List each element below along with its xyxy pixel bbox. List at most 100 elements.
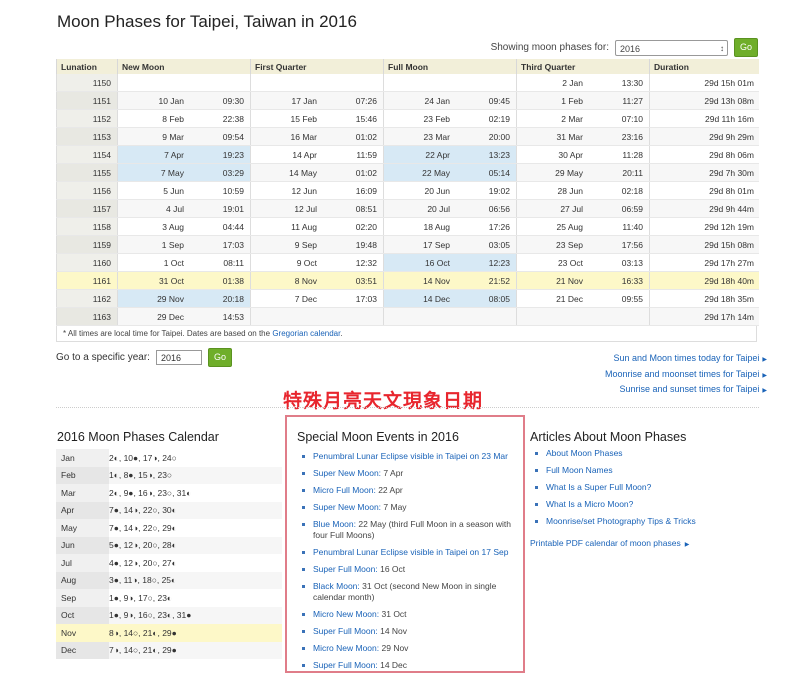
event-link[interactable]: Super New Moon: <box>313 502 381 512</box>
calendar-phases: 5●, 12◑, 20○, 28◐ <box>109 536 282 554</box>
phase-cell: 29 May 20:11 <box>516 163 650 182</box>
list-item: Penumbral Lunar Eclipse visible in Taipe… <box>297 547 519 558</box>
article-link[interactable]: What Is a Micro Moon? <box>546 499 633 509</box>
list-item: Penumbral Lunar Eclipse visible in Taipe… <box>297 451 519 462</box>
articles-list: About Moon Phases Full Moon Names What Is … <box>530 448 696 533</box>
go-button[interactable]: Go <box>733 38 758 57</box>
phase-date: 16 Oct <box>424 258 450 268</box>
phase-time: 10:59 <box>222 186 244 196</box>
pdf-calendar-link[interactable]: Printable PDF calendar of moon phases ▶ <box>530 538 689 548</box>
calendar-phases: 3●, 11◑, 18○, 25◐ <box>109 571 282 589</box>
gregorian-calendar-link[interactable]: Gregorian calendar <box>272 329 340 338</box>
lunation-cell: 1156 <box>56 181 118 200</box>
lunation-cell: 1153 <box>56 127 118 146</box>
table-row: 1155 7 May 03:29 14 May 01:02 22 May 05:14 29 M… <box>56 163 759 182</box>
phase-cell <box>250 74 384 92</box>
list-item: Super New Moon: 7 Apr <box>297 468 519 479</box>
phase-date: 29 May <box>555 168 583 178</box>
phase-cell: 1 Sep 17:03 <box>117 235 251 254</box>
sun-moon-times-link[interactable]: Sun and Moon times today for Taipei ▶ <box>605 352 767 368</box>
article-link[interactable]: What Is a Super Full Moon? <box>546 482 651 492</box>
event-detail: 22 Apr <box>375 485 403 495</box>
phase-cell: 9 Oct 12:32 <box>250 253 384 272</box>
triangle-right-icon: ▶ <box>762 357 767 363</box>
phase-date: 15 Feb <box>290 114 317 124</box>
phase-time: 08:05 <box>488 294 510 304</box>
phase-time: 23:16 <box>621 132 643 142</box>
lunation-cell: 1161 <box>56 271 118 290</box>
year-input[interactable]: 2016 <box>155 350 202 365</box>
event-link[interactable]: Black Moon: <box>313 581 360 591</box>
phase-date: 7 May <box>160 168 184 178</box>
phase-time: 16:33 <box>621 276 643 286</box>
lunation-cell: 1162 <box>56 289 118 308</box>
phase-date: 31 Oct <box>158 276 184 286</box>
table-row: 1156 5 Jun 10:59 12 Jun 16:09 20 Jun 19:02 28 J… <box>56 181 759 200</box>
event-link[interactable]: Micro New Moon: <box>313 609 379 619</box>
event-link[interactable]: Penumbral Lunar Eclipse visible in Taipe… <box>313 451 508 461</box>
phase-date: 25 Aug <box>556 222 583 232</box>
phase-time: 01:02 <box>355 168 377 178</box>
duration-cell: 29d 17h 14m <box>649 307 759 326</box>
page-title: Moon Phases for Taipei, Taiwan in 2016 <box>57 12 357 31</box>
phase-time: 19:02 <box>488 186 510 196</box>
article-link[interactable]: Moonrise/set Photography Tips & Tricks <box>546 516 696 526</box>
calendar-month: Jun <box>56 536 109 554</box>
calendar-month: Aug <box>56 571 109 589</box>
header-third-quarter: Third Quarter <box>516 59 650 74</box>
phase-cell <box>383 307 517 326</box>
phase-cell: 1 Oct 08:11 <box>117 253 251 272</box>
event-link[interactable]: Super New Moon: <box>313 468 381 478</box>
event-link[interactable]: Micro New Moon: <box>313 643 379 653</box>
event-link[interactable]: Super Full Moon: <box>313 564 378 574</box>
moonrise-moonset-link[interactable]: Moonrise and moonset times for Taipei ▶ <box>605 368 767 384</box>
article-link[interactable]: Full Moon Names <box>546 465 613 475</box>
phase-cell: 21 Nov 16:33 <box>516 271 650 290</box>
annotation-text: 特殊月亮天文現象日期 <box>283 391 484 412</box>
event-detail: 7 May <box>381 502 407 512</box>
phase-time: 11:59 <box>356 150 377 160</box>
phase-cell: 12 Jul 08:51 <box>250 199 384 218</box>
phase-time: 06:59 <box>621 204 643 214</box>
phase-date: 28 Jun <box>557 186 583 196</box>
divider <box>56 407 759 408</box>
event-link[interactable]: Blue Moon: <box>313 519 356 529</box>
list-item: Black Moon: 31 Oct (second New Moon in s… <box>297 581 519 603</box>
phase-cell: 30 Apr 11:28 <box>516 145 650 164</box>
article-link[interactable]: About Moon Phases <box>546 448 623 458</box>
calendar-month: Jan <box>56 449 109 467</box>
phase-date: 9 Oct <box>296 258 317 268</box>
year-select[interactable]: 2016 ↕ <box>614 39 728 56</box>
event-link[interactable]: Super Full Moon: <box>313 626 378 636</box>
phase-date: 24 Jan <box>424 96 450 106</box>
calendar-phases: 7◑, 14○, 21◐, 29● <box>109 641 282 659</box>
header-new-moon: New Moon <box>117 59 251 74</box>
phase-time: 17:56 <box>621 240 643 250</box>
event-link[interactable]: Super Full Moon: <box>313 660 378 670</box>
calendar-phases: 2◐, 10●, 17◑, 24○ <box>109 452 177 463</box>
phase-time: 08:51 <box>355 204 377 214</box>
event-detail: 14 Nov <box>377 626 408 636</box>
phase-time: 20:11 <box>622 168 643 178</box>
phase-cell: 14 Nov 21:52 <box>383 271 517 290</box>
lunation-cell: 1157 <box>56 199 118 218</box>
goto-go-button[interactable]: Go <box>207 348 232 367</box>
phase-time: 17:03 <box>222 240 244 250</box>
header-duration: Duration <box>649 59 759 74</box>
sunrise-sunset-link[interactable]: Sunrise and sunset times for Taipei ▶ <box>605 383 767 399</box>
calendar-phases: 1●, 9◑, 17○, 23◐ <box>109 592 173 603</box>
phase-date: 30 Apr <box>558 150 583 160</box>
table-row: 1159 1 Sep 17:03 9 Sep 19:48 17 Sep 03:05 23 Se… <box>56 235 759 254</box>
phase-cell: 16 Oct 12:23 <box>383 253 517 272</box>
event-link[interactable]: Penumbral Lunar Eclipse visible in Taipe… <box>313 547 508 557</box>
side-links: Sun and Moon times today for Taipei ▶ Moo… <box>605 352 767 399</box>
phase-cell: 12 Jun 16:09 <box>250 181 384 200</box>
calendar-row: Jun 5●, 12◑, 20○, 28◐ <box>56 536 282 554</box>
phase-cell: 10 Jan 09:30 <box>117 91 251 110</box>
phase-cell: 9 Mar 09:54 <box>117 127 251 146</box>
event-link[interactable]: Micro Full Moon: <box>313 485 376 495</box>
lunation-cell: 1154 <box>56 145 118 164</box>
phase-date: 12 Jun <box>291 186 317 196</box>
calendar-month: Oct <box>56 606 109 624</box>
triangle-right-icon: ▶ <box>762 388 767 394</box>
